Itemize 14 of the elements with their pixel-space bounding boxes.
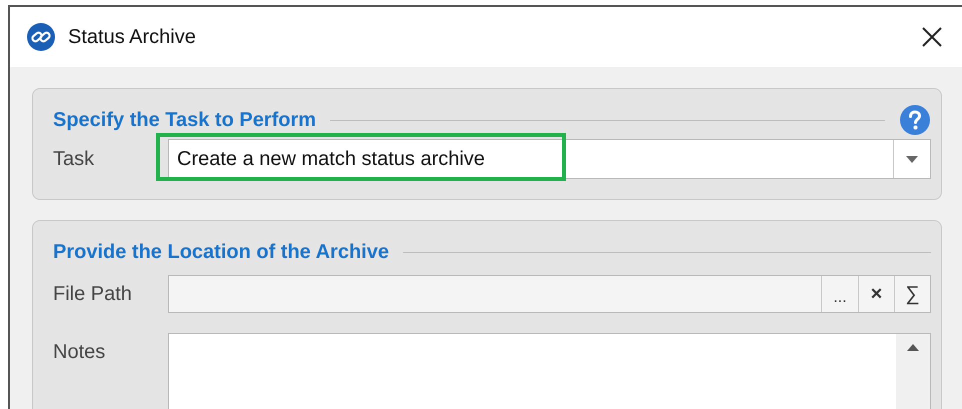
section-heading: Provide the Location of the Archive (53, 240, 389, 264)
field-label: Notes (53, 340, 106, 364)
field-label: File Path (53, 282, 133, 306)
caret-icon (906, 156, 918, 162)
scroll-up-icon[interactable] (907, 344, 919, 351)
window-title: Status Archive (68, 26, 197, 48)
close-icon[interactable] (920, 25, 944, 49)
notes-field[interactable] (168, 333, 931, 409)
link-icon (26, 22, 56, 52)
file-path-field[interactable]: ... × ∑ (168, 275, 931, 313)
task-dropdown[interactable]: Create a new match status archive (168, 139, 931, 179)
help-icon[interactable] (899, 104, 931, 136)
field-label: Task (53, 148, 96, 170)
section-heading: Specify the Task to Perform (53, 108, 316, 132)
